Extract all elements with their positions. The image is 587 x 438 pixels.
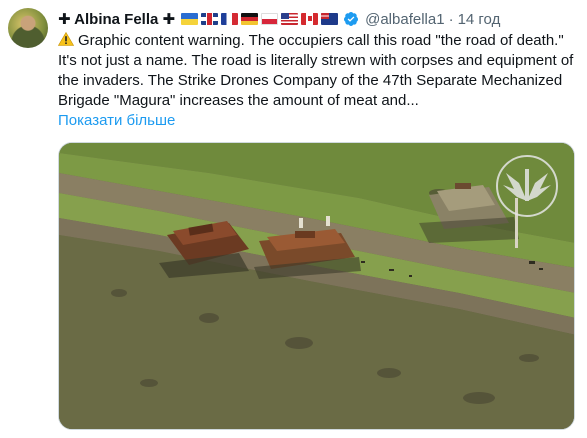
tweet-body: Graphic content warning. The occupiers c… [58, 32, 574, 109]
tweet: ✚ Albina Fella ✚ @albafella1 · 14 год Gr… [0, 0, 587, 438]
flag-france-icon [221, 13, 239, 25]
flag-uk-icon [201, 13, 219, 25]
flag-germany-icon [241, 13, 259, 25]
flag-australia-icon [321, 13, 339, 25]
warning-icon [58, 32, 74, 46]
flag-ukraine-icon [181, 13, 199, 25]
tweet-text: Graphic content warning. The occupiers c… [58, 31, 583, 111]
flag-canada-icon [301, 13, 319, 25]
tweet-media-photo[interactable] [58, 142, 575, 430]
flag-emoji-row [181, 13, 339, 25]
flag-poland-icon [261, 13, 279, 25]
timestamp[interactable]: 14 год [458, 11, 501, 28]
display-name[interactable]: ✚ Albina Fella ✚ [58, 10, 175, 28]
verified-badge-icon [344, 12, 359, 26]
show-more-link[interactable]: Показати більше [58, 111, 175, 131]
avatar[interactable] [8, 8, 48, 48]
flag-usa-icon [281, 13, 299, 25]
tweet-header: ✚ Albina Fella ✚ @albafella1 · 14 год [58, 8, 500, 30]
aerial-road-photo [59, 143, 574, 429]
user-handle[interactable]: @albafella1 [365, 11, 444, 28]
separator-dot: · [448, 10, 454, 28]
